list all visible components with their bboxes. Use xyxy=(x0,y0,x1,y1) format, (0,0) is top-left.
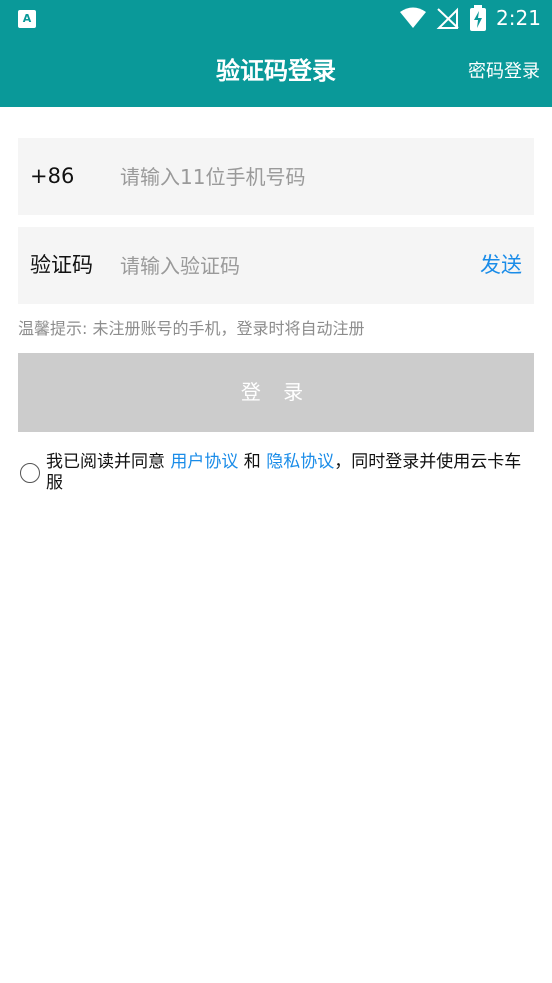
agreement-and: 和 xyxy=(238,452,267,472)
agreement-suffix: ，同时登录并使用云卡车 xyxy=(334,452,522,472)
status-bar: 2:21 xyxy=(0,0,552,36)
agreement-checkbox[interactable] xyxy=(20,463,40,483)
app-bar: 验证码登录 密码登录 xyxy=(0,36,552,107)
phone-field: +86 xyxy=(18,138,534,215)
login-button[interactable]: 登 录 xyxy=(18,353,534,432)
status-time: 2:21 xyxy=(496,6,541,30)
country-code: +86 xyxy=(30,164,75,188)
agreement-text: 我已阅读并同意 用户协议 和 隐私协议，同时登录并使用云卡车 服 xyxy=(46,452,552,494)
hint-text: 温馨提示: 未注册账号的手机，登录时将自动注册 xyxy=(18,319,365,338)
user-agreement-link[interactable]: 用户协议 xyxy=(170,452,238,472)
agreement-line2: 服 xyxy=(46,473,63,493)
phone-input[interactable] xyxy=(120,158,460,195)
code-label: 验证码 xyxy=(30,253,93,277)
send-code-button[interactable]: 发送 xyxy=(480,227,522,304)
battery-charging-icon xyxy=(470,5,486,31)
app-notification-icon xyxy=(18,10,36,28)
wifi-icon xyxy=(400,7,426,28)
privacy-agreement-link[interactable]: 隐私协议 xyxy=(266,452,334,472)
no-signal-icon xyxy=(436,7,459,29)
agreement-prefix: 我已阅读并同意 xyxy=(46,452,171,472)
code-input[interactable] xyxy=(120,247,460,284)
code-field: 验证码 发送 xyxy=(18,227,534,304)
password-login-button[interactable]: 密码登录 xyxy=(468,36,540,107)
